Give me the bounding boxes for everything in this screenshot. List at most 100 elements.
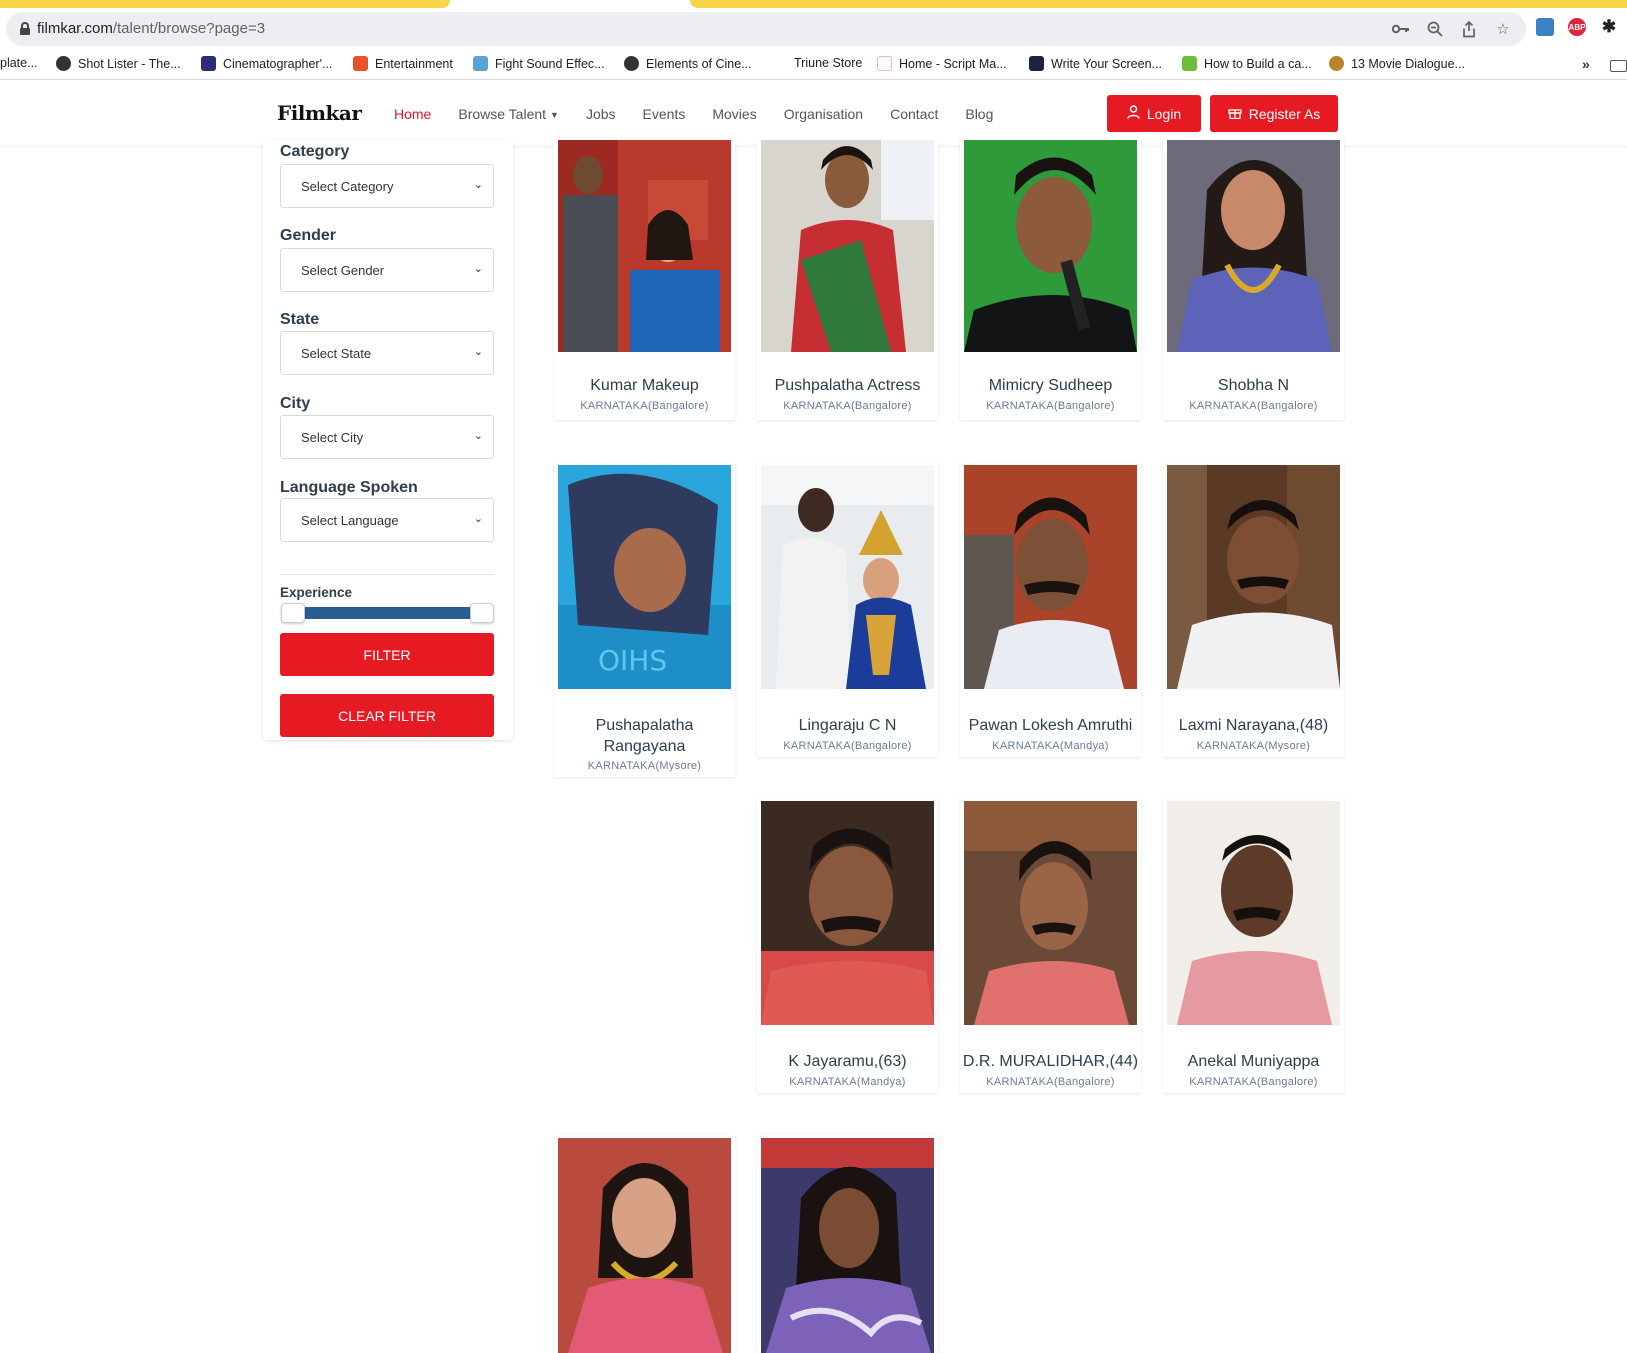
gender-label: Gender	[280, 227, 337, 244]
s-icon	[353, 56, 368, 71]
filter-button[interactable]: FILTER	[280, 633, 494, 676]
talent-name[interactable]: Mimicry Sudheep	[960, 375, 1141, 396]
url-text[interactable]: filmkar.com/talent/browse?page=3	[37, 20, 265, 37]
film-icon	[201, 56, 216, 71]
extension-icon[interactable]	[1536, 18, 1554, 36]
nav-browse-talent[interactable]: Browse Talent ▼	[458, 106, 559, 122]
bookmark-item[interactable]: Entertainment	[353, 56, 453, 71]
talent-card[interactable]: Lingaraju C N KARNATAKA(Bangalore)	[757, 461, 938, 757]
folder-icon[interactable]	[1610, 60, 1627, 72]
talent-photo[interactable]	[558, 1138, 731, 1353]
clear-filter-button[interactable]: CLEAR FILTER	[280, 694, 494, 737]
nav-home[interactable]: Home	[394, 106, 431, 122]
address-bar[interactable]: filmkar.com/talent/browse?page=3 ☆	[6, 12, 1526, 46]
talent-card[interactable]: K Jayaramu,(63) KARNATAKA(Mandya)	[757, 797, 938, 1093]
site-header: Filmkar Home Browse Talent ▼ Jobs Events …	[0, 81, 1627, 145]
movie-icon	[1329, 56, 1344, 71]
login-button[interactable]: Login	[1107, 95, 1201, 132]
bookmark-item[interactable]: Elements of Cine...	[624, 56, 752, 71]
tab-strip	[0, 0, 1627, 8]
talent-photo[interactable]	[761, 140, 934, 352]
key-icon[interactable]	[1392, 20, 1410, 38]
talent-name[interactable]: Pushapalatha Rangayana	[554, 715, 735, 757]
puzzle-icon[interactable]: ✱	[1600, 17, 1618, 36]
adblock-icon[interactable]: ABP	[1568, 18, 1586, 36]
bookmark-item[interactable]: Shot Lister - The...	[56, 56, 181, 71]
talent-card[interactable]: Anekal Muniyappa KARNATAKA(Bangalore)	[1163, 797, 1344, 1093]
talent-photo[interactable]: OIHS	[558, 465, 731, 689]
zoom-icon[interactable]	[1426, 20, 1444, 38]
tab-inactive-right[interactable]	[690, 0, 1627, 8]
talent-location: KARNATAKA(Mysore)	[1196, 740, 1311, 752]
lock-icon[interactable]	[20, 22, 30, 35]
talent-location: KARNATAKA(Bangalore)	[783, 740, 912, 752]
talent-card[interactable]: OIHS Pushapalatha Rangayana KARNATAKA(My…	[554, 461, 735, 777]
site-logo[interactable]: Filmkar	[277, 101, 362, 125]
nav-movies[interactable]: Movies	[712, 106, 756, 122]
talent-name[interactable]: Shobha N	[1163, 375, 1344, 396]
talent-card[interactable]: Pawan Lokesh Amruthi KARNATAKA(Mandya)	[960, 461, 1141, 757]
state-select[interactable]: Select State ⌄	[280, 331, 494, 375]
nav-blog[interactable]: Blog	[965, 106, 993, 122]
talent-name[interactable]: Anekal Muniyappa	[1163, 1051, 1344, 1072]
bookmark-item[interactable]: Home - Script Ma...	[877, 56, 1007, 71]
tab-inactive-left[interactable]	[0, 0, 450, 8]
talent-card[interactable]: Shobha N KARNATAKA(Bangalore)	[1163, 140, 1344, 420]
experience-slider-max-handle[interactable]	[470, 603, 494, 623]
experience-slider-min-handle[interactable]	[281, 603, 305, 623]
category-label: Category	[280, 143, 350, 160]
bookmark-item[interactable]: plate...	[0, 56, 38, 70]
bookmark-item[interactable]: How to Build a ca...	[1182, 56, 1312, 71]
share-icon[interactable]	[1460, 20, 1478, 38]
bookmark-item[interactable]: 13 Movie Dialogue...	[1329, 56, 1465, 71]
talent-name[interactable]: Pawan Lokesh Amruthi	[960, 715, 1141, 736]
nav-organisation[interactable]: Organisation	[784, 106, 863, 122]
talent-photo[interactable]	[964, 465, 1137, 689]
talent-card[interactable]	[554, 1134, 735, 1353]
nav-events[interactable]: Events	[643, 106, 686, 122]
talent-card[interactable]: D.R. MURALIDHAR,(44) KARNATAKA(Bangalore…	[960, 797, 1141, 1093]
talent-name[interactable]: K Jayaramu,(63)	[757, 1051, 938, 1072]
nav-contact[interactable]: Contact	[890, 106, 938, 122]
divider	[280, 574, 494, 575]
star-icon[interactable]: ☆	[1494, 20, 1512, 38]
register-button[interactable]: Register As	[1210, 95, 1338, 132]
user-icon	[1127, 105, 1140, 122]
category-select[interactable]: Select Category ⌄	[280, 164, 494, 208]
experience-slider-track[interactable]	[303, 607, 475, 619]
sound-icon	[473, 56, 488, 71]
bookmark-item[interactable]: Triune Store	[794, 56, 862, 70]
talent-photo[interactable]	[761, 465, 934, 689]
caret-down-icon: ▼	[550, 110, 559, 121]
bookmark-item[interactable]: Fight Sound Effec...	[473, 56, 605, 71]
chevron-down-icon: ⌄	[473, 263, 483, 275]
talent-name[interactable]: Pushpalatha Actress	[757, 375, 938, 396]
talent-name[interactable]: Kumar Makeup	[554, 375, 735, 396]
talent-photo[interactable]	[761, 801, 934, 1025]
talent-name[interactable]: Laxmi Narayana,(48)	[1163, 715, 1344, 736]
talent-card[interactable]	[757, 1134, 938, 1353]
talent-card[interactable]: Mimicry Sudheep KARNATAKA(Bangalore)	[960, 140, 1141, 420]
talent-photo[interactable]	[1167, 465, 1340, 689]
talent-photo[interactable]	[964, 801, 1137, 1025]
talent-name[interactable]: D.R. MURALIDHAR,(44)	[960, 1051, 1141, 1072]
talent-photo[interactable]	[558, 140, 731, 352]
bookmark-item[interactable]: Write Your Screen...	[1029, 56, 1162, 71]
talent-card[interactable]: Pushpalatha Actress KARNATAKA(Bangalore)	[757, 140, 938, 420]
globe-icon	[624, 56, 639, 71]
talent-name[interactable]: Lingaraju C N	[757, 715, 938, 736]
language-label: Language Spoken	[280, 479, 418, 496]
talent-card[interactable]: Laxmi Narayana,(48) KARNATAKA(Mysore)	[1163, 461, 1344, 757]
talent-photo[interactable]	[1167, 140, 1340, 352]
bookmarks-overflow-button[interactable]: »	[1582, 56, 1590, 72]
nav-jobs[interactable]: Jobs	[586, 106, 616, 122]
city-select[interactable]: Select City ⌄	[280, 415, 494, 459]
bookmark-item[interactable]: Cinematographer'...	[201, 56, 332, 71]
talent-photo[interactable]	[1167, 801, 1340, 1025]
chevron-down-icon: ⌄	[473, 346, 483, 358]
gender-select[interactable]: Select Gender ⌄	[280, 248, 494, 292]
talent-photo[interactable]	[964, 140, 1137, 352]
language-select[interactable]: Select Language ⌄	[280, 498, 494, 542]
talent-card[interactable]: Kumar Makeup KARNATAKA(Bangalore)	[554, 140, 735, 420]
talent-photo[interactable]	[761, 1138, 934, 1353]
